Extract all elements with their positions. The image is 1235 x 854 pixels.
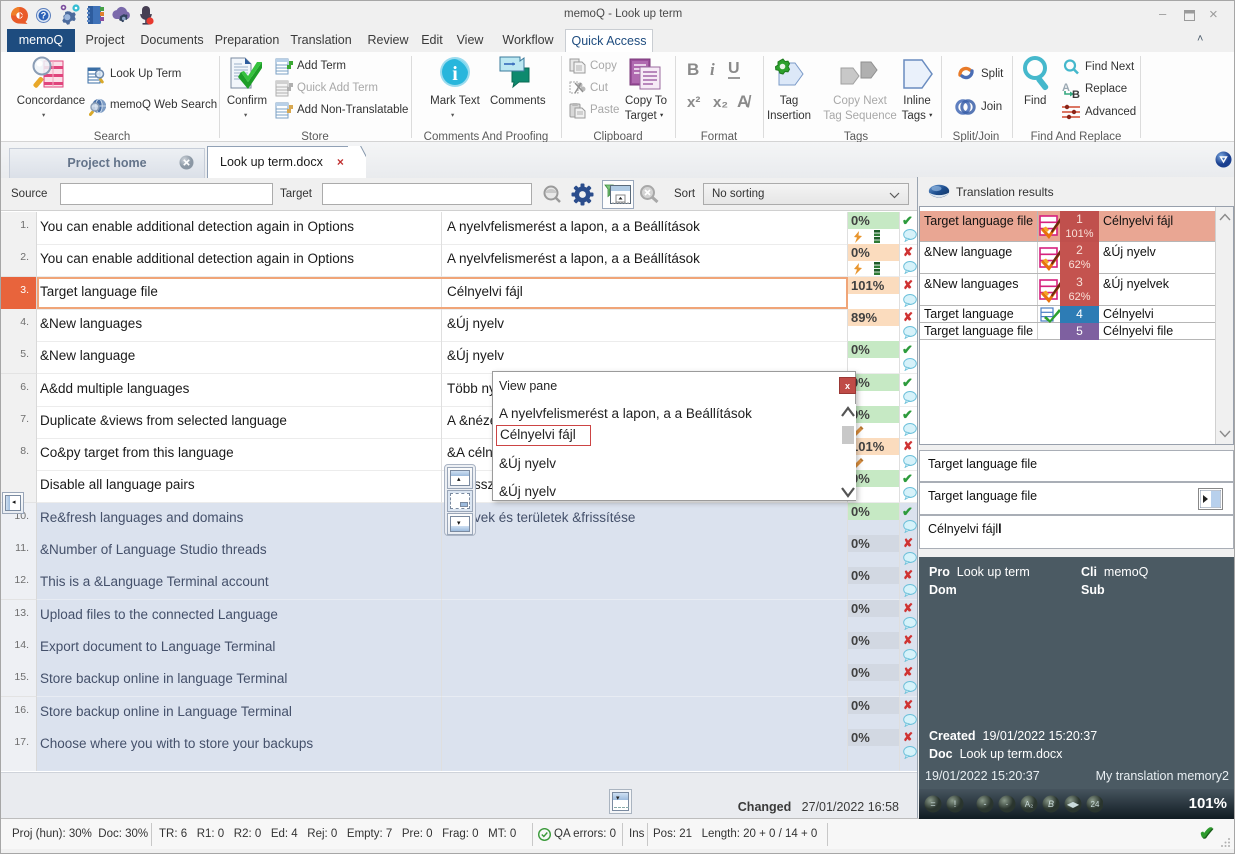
svg-text:!: ! [954,799,957,809]
svg-text:A₂: A₂ [1025,800,1033,809]
svg-text:B: B [1048,799,1054,809]
svg-text:◀▶: ◀▶ [1067,800,1080,809]
svg-text:-: - [984,799,987,809]
svg-text:·: · [1006,799,1009,809]
svg-text:=: = [930,799,935,809]
svg-text:24: 24 [1091,800,1100,809]
svg-text:A: A [1062,82,1070,94]
svg-text:?: ? [41,11,47,21]
svg-text:B: B [1072,89,1080,98]
svg-text:i: i [452,63,458,85]
